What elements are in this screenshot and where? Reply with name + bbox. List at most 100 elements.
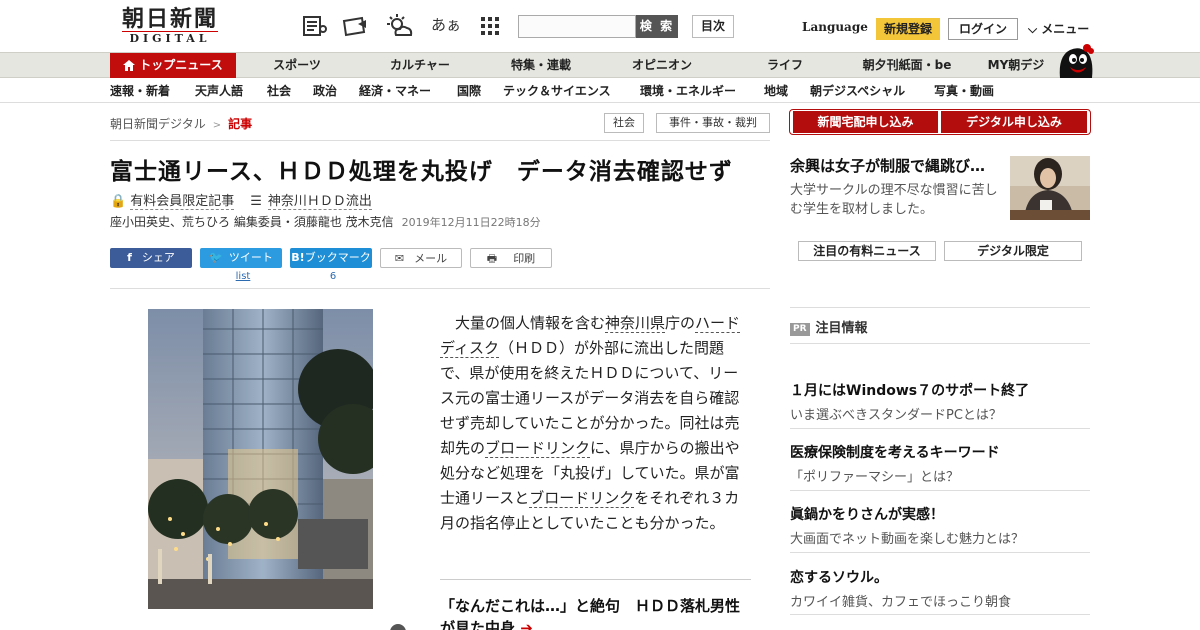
hatena-bookmark-button[interactable]: B!ブックマーク xyxy=(290,248,372,268)
article-photo[interactable] xyxy=(148,309,373,609)
digital-subscribe-button[interactable]: デジタル申し込み xyxy=(941,111,1087,133)
hatena-label: ブックマーク xyxy=(304,251,371,264)
logo-sub-text: DIGITAL xyxy=(122,31,218,46)
subnav-environment[interactable]: 環境・エネルギー xyxy=(640,82,736,99)
nav-features[interactable]: 特集・連載 xyxy=(496,53,586,78)
login-button[interactable]: ログイン xyxy=(948,18,1018,40)
subnav-society[interactable]: 社会 xyxy=(267,82,291,99)
lock-icon: 🔒 xyxy=(110,194,127,209)
pr-item[interactable]: 恋するソウル。 カワイイ雑貨、カフェでほっこり朝食 xyxy=(790,567,1090,610)
subnav-breaking[interactable]: 速報・新着 xyxy=(110,82,170,99)
publish-date: 2019年12月11日22時18分 xyxy=(401,216,541,229)
subnav-international[interactable]: 国際 xyxy=(457,82,481,99)
subnav-economy[interactable]: 経済・マネー xyxy=(359,82,431,99)
subnav-tech-science[interactable]: テック＆サイエンス xyxy=(503,82,611,99)
twitter-share-button[interactable]: 🐦 ツイート xyxy=(200,248,282,268)
pr-item-title: １月にはWindows７のサポート終了 xyxy=(790,383,1030,399)
menu-button[interactable]: ⌵ メニュー xyxy=(1028,20,1089,37)
subnav-photo-video[interactable]: 写真・動画 xyxy=(934,82,994,99)
nav-print-edition[interactable]: 朝夕刊紙面・be xyxy=(852,53,962,78)
printer-icon: 🖶 xyxy=(486,252,498,265)
category-tag-society[interactable]: 社会 xyxy=(604,113,644,133)
mail-label: メール xyxy=(414,252,448,265)
nav-life[interactable]: ライフ xyxy=(740,53,830,78)
subnav-regional[interactable]: 地域 xyxy=(764,82,788,99)
divider xyxy=(790,343,1090,344)
keyword-link[interactable]: ブロードリンク xyxy=(529,489,635,508)
photo-caption-toggle[interactable] xyxy=(390,624,406,630)
newspaper-subscribe-button[interactable]: 新聞宅配申し込み xyxy=(793,111,938,133)
article-headline: 富士通リース、ＨＤＤ処理を丸投げ データ消去確認せず xyxy=(110,159,733,185)
pr-item-subtitle: 「ポリファーマシー」とは？ xyxy=(790,470,960,485)
hatena-icon: B! xyxy=(291,251,305,264)
pr-badge: PR xyxy=(790,323,810,336)
twitter-icon: 🐦 xyxy=(209,251,223,264)
mascot-icon[interactable] xyxy=(1056,42,1094,78)
pr-item-title: 恋するソウル。 xyxy=(790,570,888,586)
asahi-digital-logo[interactable]: 朝日新聞 DIGITAL xyxy=(112,7,228,47)
hatena-count[interactable]: 6 xyxy=(290,271,376,282)
register-button[interactable]: 新規登録 xyxy=(876,18,940,40)
promo-thumbnail[interactable] xyxy=(1010,156,1090,220)
related-article-link[interactable]: 「なんだこれは…」と絶句 ＨＤＤ落札男性が見た中身 ➔ xyxy=(440,595,752,630)
digital-edition-icon[interactable] xyxy=(342,14,368,38)
tab-paid-news[interactable]: 注目の有料ニュース xyxy=(798,241,936,261)
table-of-contents-button[interactable]: 目次 xyxy=(692,15,734,38)
keyword-link[interactable]: 神奈川県 xyxy=(605,314,666,333)
member-only-label[interactable]: 有料会員限定記事 xyxy=(130,194,235,210)
pr-heading-label: 注目情報 xyxy=(815,321,868,336)
pr-item[interactable]: 眞鍋かをりさんが実感！ 大画面でネット動画を楽しむ魅力とは？ xyxy=(790,504,1090,547)
body-text: 庁の xyxy=(665,314,696,332)
pr-item[interactable]: １月にはWindows７のサポート終了 いま選ぶべきスタンダードPCとは？ xyxy=(790,380,1090,423)
breadcrumb-separator-icon: > xyxy=(212,120,222,131)
search-button[interactable]: 検 索 xyxy=(636,15,678,38)
article-paragraph: 大量の個人情報を含む神奈川県庁のハードディスク（ＨＤＤ）が外部に流出した問題で、… xyxy=(440,311,752,536)
breadcrumb: 朝日新聞デジタル > 記事 xyxy=(110,115,252,132)
sub-navigation: 速報・新着 天声人語 社会 政治 経済・マネー 国際 テック＆サイエンス 環境・… xyxy=(0,79,1200,103)
facebook-share-label: シェア xyxy=(141,251,175,264)
arrow-right-icon: ➔ xyxy=(515,619,533,630)
authors: 座小田英史、荒ちひろ 編集委員・須藤龍也 茂木克信 xyxy=(110,215,394,229)
pr-item[interactable]: 医療保険制度を考えるキーワード 「ポリファーマシー」とは？ xyxy=(790,442,1090,485)
series-link[interactable]: 神奈川ＨＤＤ流出 xyxy=(267,194,372,210)
keyword-link[interactable]: ブロードリンク xyxy=(485,439,591,458)
pr-heading: PR 注目情報 xyxy=(790,317,868,336)
twitter-count[interactable]: list xyxy=(200,271,286,282)
tab-digital-only[interactable]: デジタル限定 xyxy=(944,241,1082,261)
breadcrumb-home[interactable]: 朝日新聞デジタル xyxy=(110,117,206,131)
subnav-politics[interactable]: 政治 xyxy=(313,82,337,99)
nav-culture[interactable]: カルチャー xyxy=(375,53,465,78)
byline: 座小田英史、荒ちひろ 編集委員・須藤龍也 茂木克信 2019年12月11日22時1… xyxy=(110,213,541,230)
nav-sports[interactable]: スポーツ xyxy=(252,53,342,78)
font-size-toggle[interactable]: あぁ xyxy=(431,14,461,35)
category-tag-incidents[interactable]: 事件・事故・裁判 xyxy=(656,113,770,133)
apps-grid-icon[interactable] xyxy=(477,14,503,38)
nav-top-news[interactable]: トップニュース xyxy=(110,53,236,78)
language-link[interactable]: Language xyxy=(802,20,868,34)
logo-main-text: 朝日新聞 xyxy=(121,6,218,32)
search-input[interactable] xyxy=(518,15,636,38)
weather-icon[interactable] xyxy=(387,14,413,38)
promo-article-title[interactable]: 余興は女子が制服で縄跳び… xyxy=(790,155,1002,176)
subnav-tenseijingo[interactable]: 天声人語 xyxy=(195,82,243,99)
print-label: 印刷 xyxy=(513,252,536,265)
facebook-icon: f xyxy=(127,251,132,264)
pr-item-title: 医療保険制度を考えるキーワード xyxy=(790,445,1000,461)
menu-label: メニュー xyxy=(1041,22,1090,36)
twitter-share-label: ツイート xyxy=(228,251,273,264)
print-button[interactable]: 🖶 印刷 xyxy=(470,248,552,268)
facebook-share-button[interactable]: f シェア xyxy=(110,248,192,268)
divider xyxy=(110,140,770,141)
pr-item-subtitle: カワイイ雑貨、カフェでほっこり朝食 xyxy=(790,595,1012,610)
nav-label: トップニュース xyxy=(139,58,223,72)
divider xyxy=(790,552,1090,553)
nav-my-asahi[interactable]: MY朝デジ xyxy=(980,53,1052,78)
pr-item-title: 眞鍋かをりさんが実感！ xyxy=(790,507,944,523)
nav-opinion[interactable]: オピニオン xyxy=(617,53,707,78)
subnav-special[interactable]: 朝デジスペシャル xyxy=(810,82,905,99)
divider xyxy=(110,288,770,289)
article-meta: 🔒 有料会員限定記事 ☰ 神奈川ＨＤＤ流出 xyxy=(110,190,372,210)
main-navigation: トップニュース スポーツ カルチャー 特集・連載 オピニオン ライフ 朝夕刊紙面… xyxy=(0,52,1200,78)
mail-share-button[interactable]: ✉ メール xyxy=(380,248,462,268)
newspaper-icon[interactable] xyxy=(302,14,328,38)
